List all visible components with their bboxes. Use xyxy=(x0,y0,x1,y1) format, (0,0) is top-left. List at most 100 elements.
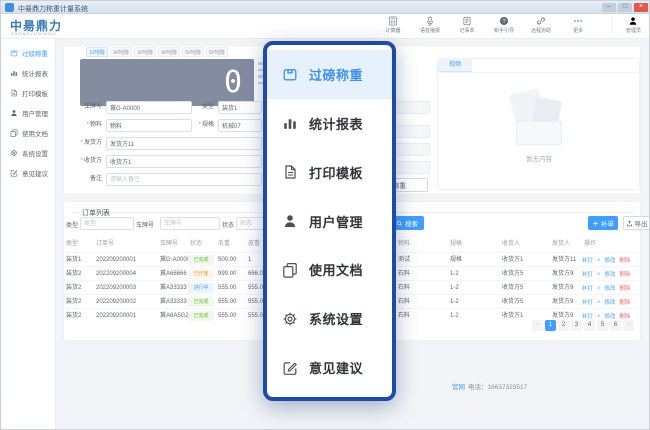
type-input[interactable] xyxy=(218,101,262,114)
page-button-6[interactable]: 6 xyxy=(610,320,621,331)
video-tab[interactable]: 视频 xyxy=(438,59,472,72)
edit-link[interactable]: 修改 xyxy=(604,256,615,264)
app-icon xyxy=(5,3,14,12)
app-header: 中昜鼎力 ZHONGYUDINGLI 计算器语音播报记事本?新手引导远程协助更多… xyxy=(1,14,650,39)
status-badge: 已完成 xyxy=(188,297,214,307)
edit-link[interactable]: 修改 xyxy=(604,298,615,306)
row-actions: 补打 ∨ 修改删除 xyxy=(582,267,630,281)
empty-box-illustration xyxy=(510,91,570,147)
sidebar-item-1[interactable]: 过磅称重 xyxy=(1,43,55,63)
sidebar-item-5[interactable]: 使用文档 xyxy=(1,123,55,143)
user-menu[interactable]: 管理员 xyxy=(611,16,641,34)
plate-input[interactable] xyxy=(106,101,192,114)
chevron-down-icon: ∨ xyxy=(597,299,600,305)
receiver-input[interactable] xyxy=(106,155,262,168)
menu-item-6[interactable]: 系统设置 xyxy=(267,294,392,343)
prev-page-button[interactable]: ‹ xyxy=(532,320,543,331)
edit-link[interactable]: 修改 xyxy=(604,312,615,320)
supplement-order-button[interactable]: 补单 xyxy=(588,216,618,230)
sidebar-item-3[interactable]: 打印模板 xyxy=(1,83,55,103)
sidebar-item-6[interactable]: 系统设置 xyxy=(1,143,55,163)
maximize-button[interactable]: □ xyxy=(618,3,632,12)
scale-tab-6[interactable]: 6#地磅 xyxy=(206,47,228,57)
app-window: 中昜鼎力称重计量系统 – □ × 中昜鼎力 ZHONGYUDINGLI 计算器语… xyxy=(0,0,650,430)
filter-input-1[interactable] xyxy=(80,217,134,230)
filter-label-3: 状态 xyxy=(222,220,234,229)
menu-item-3[interactable]: 打印模板 xyxy=(267,148,392,197)
spec-input[interactable] xyxy=(218,119,262,132)
delete-link[interactable]: 删除 xyxy=(619,298,630,306)
search-icon xyxy=(396,220,403,227)
sidebar-item-7[interactable]: 意见建议 xyxy=(1,163,55,183)
svg-text:?: ? xyxy=(502,19,505,25)
page-button-3[interactable]: 3 xyxy=(571,320,582,331)
scale-tab-2[interactable]: 2#地磅 xyxy=(110,47,132,57)
tool-guide-icon[interactable]: ?新手引导 xyxy=(491,16,517,34)
scale-tab-5[interactable]: 5#地磅 xyxy=(182,47,204,57)
minimize-button[interactable]: – xyxy=(602,3,616,12)
template-icon xyxy=(10,89,18,97)
delete-link[interactable]: 删除 xyxy=(619,270,630,278)
mic-icon xyxy=(425,16,435,26)
menu-item-7[interactable]: 意见建议 xyxy=(267,343,392,392)
edit-link[interactable]: 修改 xyxy=(604,284,615,292)
type-label: *类型 xyxy=(192,101,214,114)
page-button-4[interactable]: 4 xyxy=(584,320,595,331)
scale-tab-1[interactable]: 1#地磅 xyxy=(86,47,108,57)
menu-item-2[interactable]: 统计报表 xyxy=(267,99,392,148)
plate-label: *车牌号 xyxy=(64,101,102,114)
menu-item-1[interactable]: 过磅称重 xyxy=(267,50,392,99)
tool-mic-icon[interactable]: 语音播报 xyxy=(417,16,443,34)
tool-link-icon[interactable]: 远程协助 xyxy=(528,16,554,34)
template-icon xyxy=(282,164,298,180)
tool-notepad-icon[interactable]: 记事本 xyxy=(454,16,480,34)
more-icon xyxy=(573,16,583,26)
reprint-link[interactable]: 补打 xyxy=(582,312,593,320)
sender-input[interactable] xyxy=(106,137,262,150)
page-button-5[interactable]: 5 xyxy=(597,320,608,331)
reprint-link[interactable]: 补打 xyxy=(582,298,593,306)
calculator-icon xyxy=(388,16,398,26)
plus-icon xyxy=(592,220,599,227)
brand-logo-sub: ZHONGYUDINGLI xyxy=(11,31,57,36)
scale-tab-4[interactable]: 4#地磅 xyxy=(158,47,180,57)
delete-link[interactable]: 删除 xyxy=(619,312,630,320)
page-button-1[interactable]: 1 xyxy=(545,320,556,331)
remark-input[interactable] xyxy=(106,173,262,186)
video-panel: 视频 暂无内容 xyxy=(437,58,640,190)
delete-link[interactable]: 删除 xyxy=(619,256,630,264)
module-menu-popup: 过磅称重统计报表打印模板用户管理使用文档系统设置意见建议 xyxy=(263,41,396,401)
edit-link[interactable]: 修改 xyxy=(604,270,615,278)
scale-tab-3[interactable]: 3#地磅 xyxy=(134,47,156,57)
chevron-down-icon: ∨ xyxy=(597,313,600,319)
window-title: 中昜鼎力称重计量系统 xyxy=(18,4,88,14)
sidebar-nav: 过磅称重统计报表打印模板用户管理使用文档系统设置意见建议 xyxy=(1,39,55,183)
menu-item-5[interactable]: 使用文档 xyxy=(267,245,392,294)
chevron-down-icon: ∨ xyxy=(597,271,600,277)
sidebar-item-4[interactable]: 用户管理 xyxy=(1,103,55,123)
sidebar-item-2[interactable]: 统计报表 xyxy=(1,63,55,83)
menu-item-4[interactable]: 用户管理 xyxy=(267,197,392,246)
sender-label: *发货方 xyxy=(64,137,102,150)
weigh-icon xyxy=(282,66,298,82)
row-actions: 补打∨修改删除 xyxy=(582,253,630,267)
export-button[interactable]: 导出 xyxy=(623,216,650,230)
tool-calculator-icon[interactable]: 计算器 xyxy=(380,16,406,34)
reprint-link[interactable]: 补打 xyxy=(582,256,593,264)
material-input[interactable] xyxy=(106,119,192,132)
reprint-link[interactable]: 补打 xyxy=(582,284,593,292)
filter-input-2[interactable] xyxy=(160,217,220,230)
footer: 官网电话：16637323517 xyxy=(452,381,527,391)
docs-icon xyxy=(282,262,298,278)
tool-more-icon[interactable]: 更多 xyxy=(565,16,591,34)
delete-link[interactable]: 删除 xyxy=(619,284,630,292)
website-link[interactable]: 官网 xyxy=(452,384,465,391)
reprint-link[interactable]: 补打 xyxy=(582,270,593,278)
page-button-2[interactable]: 2 xyxy=(558,320,569,331)
scale-tabs: 1#地磅2#地磅3#地磅4#地磅5#地磅6#地磅 xyxy=(86,47,228,57)
module-menu-list: 过磅称重统计报表打印模板用户管理使用文档系统设置意见建议 xyxy=(267,45,392,397)
next-page-button[interactable]: › xyxy=(623,320,634,331)
close-button[interactable]: × xyxy=(634,3,648,12)
video-empty-text: 暂无内容 xyxy=(474,153,604,163)
status-badge: 进行中 xyxy=(188,283,214,293)
